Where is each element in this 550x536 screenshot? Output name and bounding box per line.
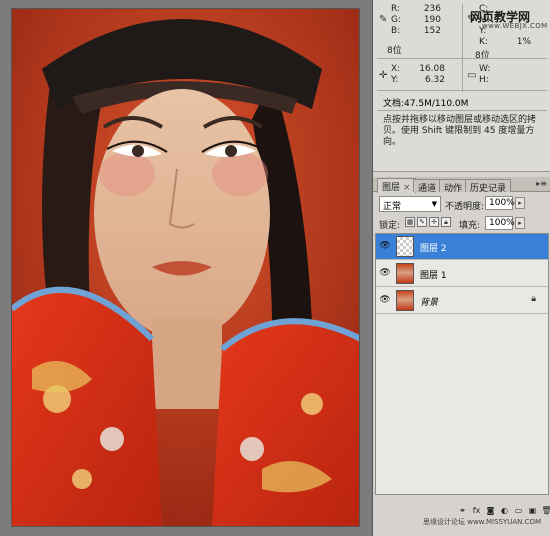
layer-row-background[interactable]: 👁︎ 背景 🔒︎ xyxy=(376,288,548,314)
layer-style-icon[interactable]: fx xyxy=(471,505,482,516)
blend-row: 正常 ▼ 不透明度: 100% ▸ xyxy=(373,196,550,214)
bit-left: 8位 xyxy=(387,46,402,56)
lock-image-icon[interactable]: ✎ xyxy=(417,217,427,227)
lock-icon: 🔒︎ xyxy=(531,294,536,304)
b-value: 152 xyxy=(423,26,441,36)
link-layers-icon[interactable]: ⚭ xyxy=(457,505,468,516)
g-label: G: xyxy=(391,15,402,25)
crosshair-icon: ✛ xyxy=(379,70,388,81)
layers-list: 👁︎ 图层 2 👁︎ 图层 1 👁︎ 背景 🔒︎ xyxy=(375,233,549,495)
eye-icon[interactable]: 👁︎ xyxy=(378,294,392,307)
blend-mode-select[interactable]: 正常 ▼ xyxy=(379,196,441,212)
tab-label: 历史记录 xyxy=(470,184,507,194)
lock-transparency-icon[interactable]: ▦ xyxy=(405,217,415,227)
eyedropper-icon: ✎ xyxy=(379,14,388,25)
eye-icon[interactable]: 👁︎ xyxy=(378,240,392,253)
layer-row-1[interactable]: 👁︎ 图层 1 xyxy=(376,261,548,287)
opacity-arrow-icon[interactable]: ▸ xyxy=(515,197,525,209)
layer-row-2[interactable]: 👁︎ 图层 2 xyxy=(376,234,548,260)
h-label: H: xyxy=(479,75,489,85)
close-icon[interactable]: × xyxy=(403,183,411,193)
r-label: R: xyxy=(391,4,401,14)
layer-thumbnail xyxy=(396,236,414,257)
document-canvas[interactable] xyxy=(0,0,372,536)
bit-right: 8位 xyxy=(475,51,490,61)
opacity-input[interactable]: 100% xyxy=(485,196,515,210)
footer-watermark: 思缘设计论坛 www.MISSYUAN.COM xyxy=(423,518,542,526)
r-value: 236 xyxy=(423,4,441,14)
info-divider xyxy=(377,58,547,59)
layer-thumbnail xyxy=(396,290,414,311)
layer-name: 背景 xyxy=(420,298,439,308)
lock-position-icon[interactable]: ✛ xyxy=(429,217,439,227)
layers-footer: ⚭ fx ◙ ◐ ▭ ▣ 🗑︎ 思缘设计论坛 www.MISSYUAN.COM xyxy=(373,497,550,536)
lock-all-icon[interactable]: 🔒︎ xyxy=(441,217,451,227)
panel-tabs: 图层 × 通道 动作 历史记录 ▸≡ xyxy=(373,177,550,194)
new-layer-icon[interactable]: ▣ xyxy=(527,505,538,516)
delete-layer-icon[interactable]: 🗑︎ xyxy=(541,505,550,516)
blend-mode-value: 正常 xyxy=(383,202,402,212)
tab-layers[interactable]: 图层 × xyxy=(377,178,416,193)
tab-actions[interactable]: 动作 xyxy=(439,179,468,194)
layer-name: 图层 1 xyxy=(420,271,447,281)
tab-history[interactable]: 历史记录 xyxy=(465,179,512,194)
panel-menu-icon[interactable]: ▸≡ xyxy=(536,179,547,188)
photo-image[interactable] xyxy=(11,8,360,527)
layer-name: 图层 2 xyxy=(420,244,447,254)
tab-channels[interactable]: 通道 xyxy=(413,179,442,194)
adjustment-layer-icon[interactable]: ◐ xyxy=(499,505,510,516)
opacity-label: 不透明度: xyxy=(445,202,485,212)
tab-label: 图层 xyxy=(382,183,401,193)
lock-label: 锁定: xyxy=(379,221,401,231)
fill-input[interactable]: 100% xyxy=(485,216,515,230)
lock-row: 锁定: ▦ ✎ ✛ 🔒︎ 填充: 100% ▸ xyxy=(373,216,550,232)
info-divider xyxy=(462,4,463,92)
k-label: K: xyxy=(479,37,488,47)
document-size: 文档:47.5M/110.0M xyxy=(383,99,469,109)
k-value: 1% xyxy=(516,37,531,47)
y2-value: 6.32 xyxy=(424,75,445,85)
portrait-illustration xyxy=(12,9,359,526)
w-label: W: xyxy=(479,64,491,74)
x-value: 16.08 xyxy=(419,64,445,74)
fill-label: 填充: xyxy=(459,221,481,231)
right-panels: ✎ R: 236 G: 190 B: 152 8位 ✎ C: M: Y: K: … xyxy=(372,0,550,536)
chevron-down-icon: ▼ xyxy=(431,200,437,208)
site-watermark-url: www.WEBJX.COM xyxy=(482,22,548,30)
tab-label: 通道 xyxy=(418,184,437,194)
y2-label: Y: xyxy=(391,75,399,85)
info-divider xyxy=(377,110,547,111)
layer-thumbnail xyxy=(396,263,414,284)
fill-arrow-icon[interactable]: ▸ xyxy=(515,217,525,229)
eye-icon[interactable]: 👁︎ xyxy=(378,267,392,280)
tab-label: 动作 xyxy=(444,184,463,194)
b-label: B: xyxy=(391,26,401,36)
layers-panel: 图层× 通道 动作 历史记录 ▸≡ 正常 ▼ 不透明度: 100% ▸ 锁定: xyxy=(373,177,550,536)
x-label: X: xyxy=(391,64,401,74)
new-group-icon[interactable]: ▭ xyxy=(513,505,524,516)
tool-hint: 点按并拖移以移动图层或移动选区的拷贝。使用 Shift 键限制到 45 度增量方… xyxy=(383,115,537,147)
g-value: 190 xyxy=(423,15,441,25)
add-mask-icon[interactable]: ◙ xyxy=(485,505,496,516)
selection-size-icon: ▭ xyxy=(467,70,477,81)
info-divider xyxy=(377,90,547,91)
